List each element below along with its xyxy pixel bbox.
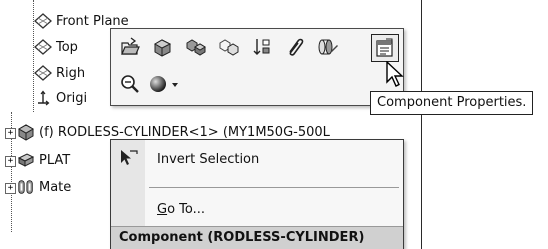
go-to-text: o To... (167, 201, 206, 217)
appearance-icon[interactable] (147, 71, 183, 97)
tree-item-label: PLAT (39, 152, 71, 168)
cursor-arrow-icon (386, 61, 404, 87)
tree-item-top-plane[interactable]: Top (34, 35, 78, 59)
menu-separator (149, 187, 399, 188)
menu-footer: Component (RODLESS-CYLINDER) (111, 226, 403, 249)
mates-icon (17, 178, 35, 196)
tree-item-plate[interactable]: PLAT (17, 148, 70, 172)
menu-item-invert-selection[interactable]: Invert Selection (111, 142, 403, 176)
context-toolbar (110, 28, 404, 106)
tree-item-label: Righ (56, 65, 86, 81)
plane-icon (34, 38, 52, 56)
invert-selection-icon (119, 148, 139, 172)
chevron-down-icon (172, 83, 178, 87)
component-properties-icon[interactable] (371, 34, 399, 62)
origin-icon (34, 89, 52, 107)
context-menu: Invert Selection Go To... Component (ROD… (110, 139, 404, 249)
sort-icon[interactable] (249, 34, 275, 60)
tree-item-label: Origi (56, 90, 88, 106)
assembly-component-icon (17, 123, 35, 141)
solidworks-window: Front Plane Top Righ Origi + (f) RODLESS… (0, 0, 548, 249)
zoom-to-selection-icon[interactable] (117, 71, 143, 97)
expand-icon[interactable]: + (5, 128, 16, 139)
hide-components-icon[interactable] (216, 34, 242, 60)
menu-item-go-to[interactable]: Go To... (111, 192, 403, 226)
part-component-icon (17, 151, 35, 169)
tree-item-label: Top (56, 39, 78, 55)
tree-item-mates[interactable]: Mate (17, 175, 71, 199)
go-to-accelerator: G (157, 201, 168, 217)
expand-icon[interactable]: + (5, 183, 16, 194)
tooltip: Component Properties. (370, 91, 534, 115)
change-transparency-icon[interactable] (315, 34, 341, 60)
assembly-structure-icon[interactable] (183, 34, 209, 60)
tree-item-label: Mate (39, 179, 72, 195)
tree-item-label: Front Plane (56, 13, 129, 29)
tree-item-label: (f) RODLESS-CYLINDER<1> (MY1M50G-500L (39, 124, 330, 140)
go-to-label: Go To... (157, 202, 205, 217)
open-part-icon[interactable] (117, 34, 143, 60)
tree-item-right-plane[interactable]: Righ (34, 61, 85, 85)
clip-icon[interactable] (282, 34, 308, 60)
tree-item-origin[interactable]: Origi (34, 86, 87, 110)
plane-icon (34, 64, 52, 82)
edit-component-icon[interactable] (150, 34, 176, 60)
invert-selection-label: Invert Selection (157, 151, 260, 167)
plane-icon (34, 12, 52, 30)
expand-icon[interactable]: + (5, 156, 16, 167)
